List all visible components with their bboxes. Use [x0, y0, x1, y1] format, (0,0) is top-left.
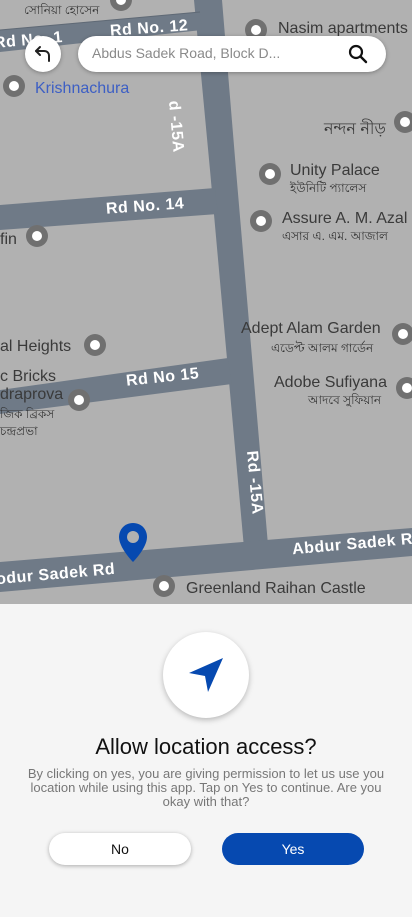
place-label-adept-alam: Adept Alam Garden — [241, 320, 381, 337]
place-label-chandraprova-bn: চন্দ্রপ্রভা — [0, 424, 38, 438]
location-permission-sheet: Allow location access? By clicking on ye… — [0, 604, 412, 917]
navigation-arrow-icon — [189, 658, 223, 692]
poi-marker-icon[interactable] — [248, 209, 274, 235]
place-label-c-bricks: c Bricks — [0, 368, 56, 385]
yes-button[interactable]: Yes — [222, 833, 364, 865]
poi-marker-icon[interactable] — [66, 388, 92, 414]
back-arrow-icon — [35, 46, 50, 62]
poi-marker-icon[interactable] — [392, 110, 412, 136]
place-label-assure-bn: এসার এ. এম. আজাল — [282, 229, 388, 243]
map-view[interactable]: Rd No. 12 Rd No. 1 Rd No. 14 Rd No 15 d … — [0, 0, 412, 604]
no-button[interactable]: No — [49, 833, 191, 865]
poi-marker-icon[interactable] — [390, 322, 412, 348]
dialog-title: Allow location access? — [95, 734, 317, 759]
place-label-adept-alam-bn: এডেপ্ট আলম গার্ডেন — [271, 341, 374, 355]
place-label-nandan: নন্দন নীড় — [324, 121, 386, 138]
poi-marker-icon[interactable] — [394, 376, 412, 402]
poi-marker-icon[interactable] — [151, 574, 177, 600]
search-bar[interactable]: Abdus Sadek Road, Block D... — [78, 36, 386, 72]
place-label-unity-palace: Unity Palace — [290, 162, 380, 179]
place-label-top-left: সোনিয়া হোসেন — [24, 3, 100, 17]
back-button[interactable] — [25, 36, 61, 72]
place-label-krishnachura[interactable]: Krishnachura — [35, 80, 129, 98]
place-label-fin: fin — [0, 231, 17, 248]
location-pin-icon[interactable] — [117, 522, 149, 564]
poi-marker-icon[interactable] — [108, 0, 134, 14]
place-label-assure: Assure A. M. Azal — [282, 210, 408, 227]
place-label-adobe-sufiyana: Adobe Sufiyana — [274, 374, 387, 391]
place-label-draprova: draprova — [0, 386, 64, 403]
place-label-al-heights: al Heights — [0, 338, 72, 355]
place-label-unity-palace-bn: ইউনিটি প্যালেস — [290, 181, 367, 195]
poi-marker-icon[interactable] — [24, 224, 50, 250]
poi-marker-icon[interactable] — [257, 162, 283, 188]
poi-marker-icon[interactable] — [1, 74, 27, 100]
place-label-adobe-sufiyana-bn: আদবে সুফিয়ান — [308, 393, 381, 407]
place-label-greenland: Greenland Raihan Castle — [186, 580, 366, 597]
search-input[interactable]: Abdus Sadek Road, Block D... — [92, 45, 280, 61]
location-icon-circle — [163, 632, 249, 718]
poi-marker-icon[interactable] — [82, 333, 108, 359]
dialog-description: By clicking on yes, you are giving permi… — [27, 766, 385, 809]
search-icon[interactable] — [348, 44, 368, 64]
